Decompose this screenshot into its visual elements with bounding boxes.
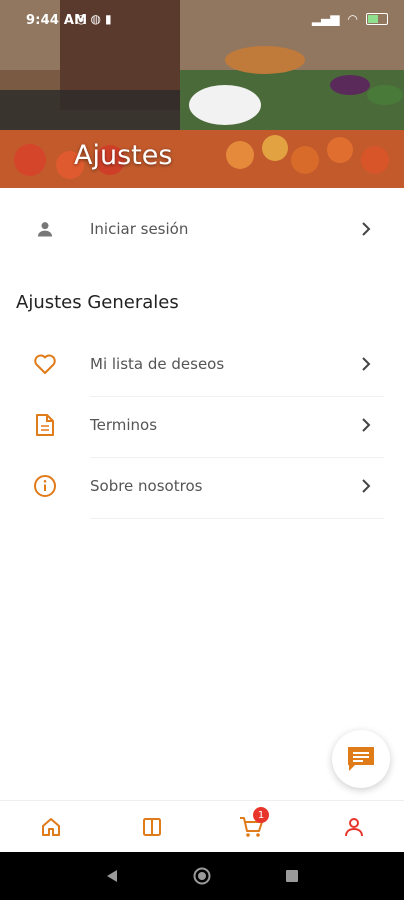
section-title: Ajustes Generales bbox=[16, 292, 179, 313]
login-row[interactable]: Iniciar sesión bbox=[0, 198, 404, 260]
back-icon[interactable] bbox=[104, 868, 120, 888]
battery-icon bbox=[366, 13, 388, 25]
about-row[interactable]: Sobre nosotros bbox=[0, 455, 404, 517]
system-nav-bar bbox=[0, 852, 404, 900]
chevron-right-icon bbox=[358, 356, 374, 372]
status-bar: 9:44 AM ◎◍▮ ▂▄▆ ◠ bbox=[0, 0, 404, 40]
terms-row[interactable]: Terminos bbox=[0, 394, 404, 456]
divider bbox=[90, 518, 384, 519]
cart-badge: 1 bbox=[253, 807, 269, 823]
chevron-right-icon bbox=[358, 221, 374, 237]
heart-icon bbox=[32, 351, 58, 377]
wishlist-label: Mi lista de deseos bbox=[90, 355, 225, 373]
about-label: Sobre nosotros bbox=[90, 477, 203, 495]
chevron-right-icon bbox=[358, 478, 374, 494]
document-icon bbox=[32, 412, 58, 438]
chat-button[interactable] bbox=[332, 730, 390, 788]
home-icon bbox=[42, 818, 60, 836]
circle-icon: ◎ bbox=[76, 12, 91, 26]
person-icon bbox=[32, 216, 58, 242]
info-icon bbox=[32, 473, 58, 499]
terms-label: Terminos bbox=[90, 416, 158, 434]
recents-icon[interactable] bbox=[285, 868, 299, 887]
nav-cart[interactable]: 1 bbox=[237, 807, 269, 841]
book-icon bbox=[143, 818, 161, 836]
home-circle-icon[interactable] bbox=[193, 867, 211, 889]
whatsapp-icon: ◍ bbox=[90, 12, 105, 26]
nav-home[interactable] bbox=[37, 813, 65, 841]
nav-catalog[interactable] bbox=[138, 813, 166, 841]
header-banner: 9:44 AM ◎◍▮ ▂▄▆ ◠ Ajustes bbox=[0, 0, 404, 188]
trash-icon: ▮ bbox=[104, 12, 116, 26]
page-title: Ajustes bbox=[74, 140, 173, 171]
chat-icon bbox=[348, 747, 374, 771]
notification-icons: ◎◍▮ bbox=[76, 12, 116, 26]
bottom-nav: 1 bbox=[0, 800, 404, 853]
signal-icon: ▂▄▆ bbox=[311, 12, 340, 26]
chevron-right-icon bbox=[358, 417, 374, 433]
wishlist-row[interactable]: Mi lista de deseos bbox=[0, 333, 404, 395]
login-label: Iniciar sesión bbox=[90, 220, 189, 238]
wifi-icon: ◠ bbox=[347, 12, 358, 26]
nav-profile[interactable] bbox=[340, 813, 368, 841]
user-icon bbox=[345, 818, 363, 837]
status-right-icons: ▂▄▆ ◠ bbox=[312, 12, 388, 26]
